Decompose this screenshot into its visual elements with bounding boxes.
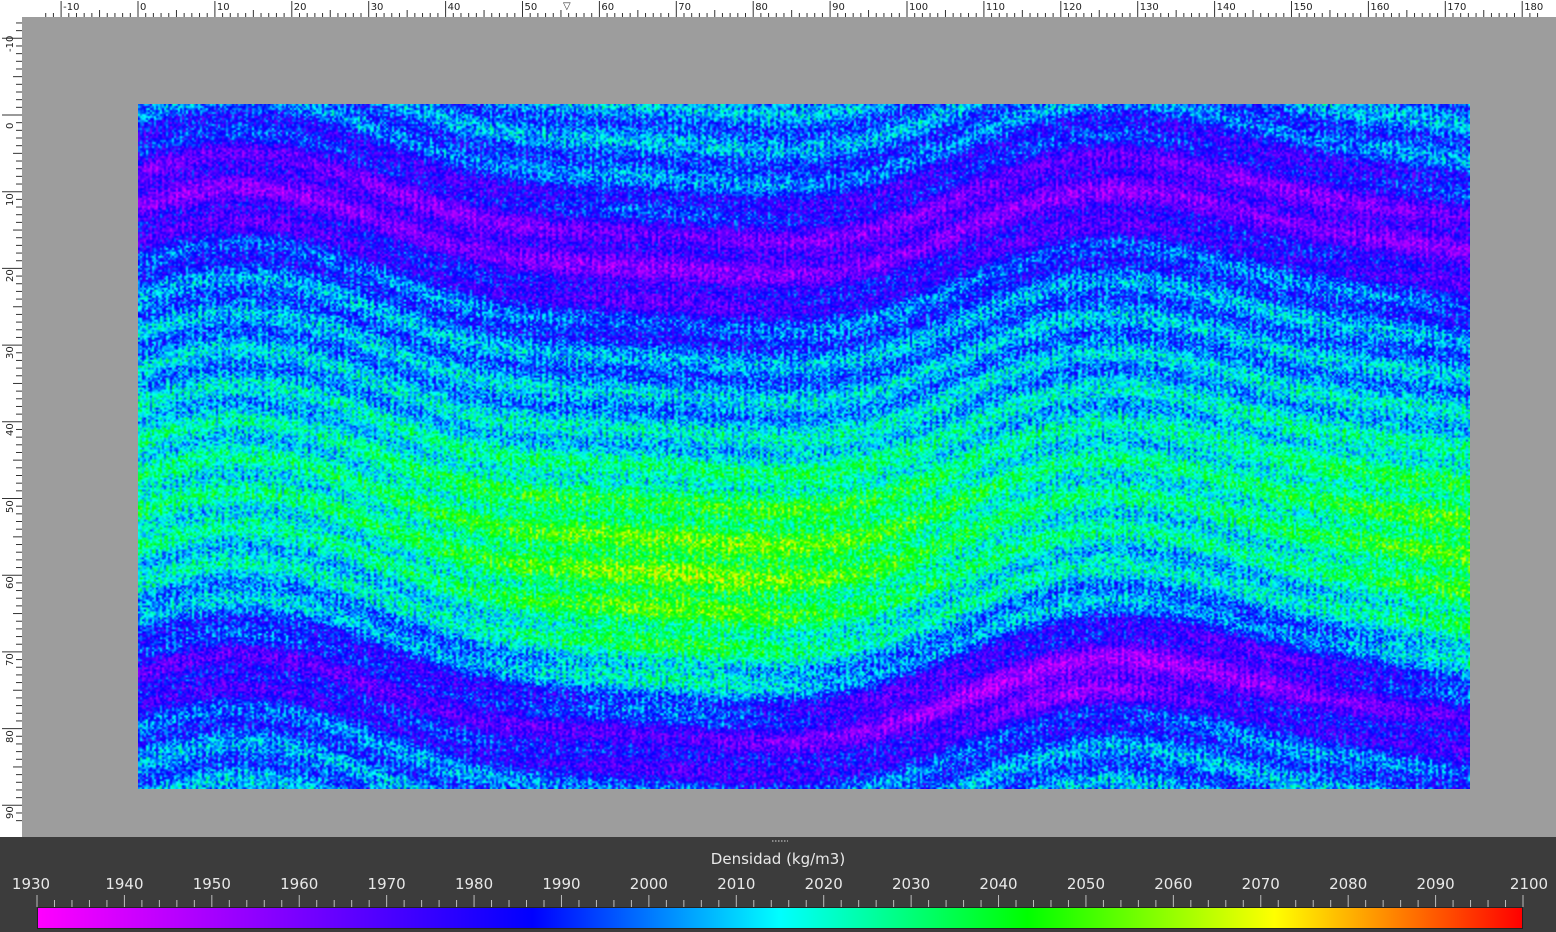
ruler-label: 130 xyxy=(1139,2,1159,13)
ruler-label: 90 xyxy=(832,2,845,13)
ruler-label: 0 xyxy=(140,2,147,13)
ruler-label: 180 xyxy=(1524,2,1544,13)
colorbar-tick-label: 2070 xyxy=(1241,875,1280,893)
ruler-label: 20 xyxy=(293,2,307,13)
colorbar-tick-label: 2020 xyxy=(804,875,843,893)
ruler-label: 140 xyxy=(1216,2,1236,13)
ruler-label: 60 xyxy=(5,576,16,590)
ruler-label: -10 xyxy=(5,35,16,53)
ruler-label: 80 xyxy=(755,2,768,13)
ruler-label: 80 xyxy=(5,729,16,743)
ruler-label: 110 xyxy=(985,2,1005,13)
colorbar-tick-label: 1930 xyxy=(11,875,51,893)
ruler-label: 40 xyxy=(447,2,461,13)
colorbar-tick-label: 2030 xyxy=(892,875,931,893)
ruler-label: 70 xyxy=(678,2,692,13)
ruler-label: 30 xyxy=(370,2,384,13)
ruler-label: 90 xyxy=(5,806,16,820)
colorbar-tick-label: 2090 xyxy=(1416,875,1455,893)
colorbar-tick-label: 1970 xyxy=(367,875,406,893)
colorbar-tick-label: 2040 xyxy=(979,875,1018,893)
colorbar-tick-label: 1950 xyxy=(192,875,231,893)
colorbar-tick-label: 1980 xyxy=(454,875,494,893)
ruler-label: 70 xyxy=(5,653,16,666)
ruler-label: 50 xyxy=(524,2,538,13)
ruler-label: 0 xyxy=(5,122,16,129)
ruler-label: 60 xyxy=(601,2,615,13)
ruler-label: 150 xyxy=(1293,2,1313,13)
ruler-label: 40 xyxy=(5,423,16,436)
horizontal-ruler-ticks xyxy=(45,1,1539,17)
vertical-ruler[interactable]: -10 0 10 20 30 40 50 60 70 80 90 xyxy=(0,17,22,837)
ruler-label: 160 xyxy=(1370,2,1390,13)
ruler-label: 100 xyxy=(909,2,929,13)
colorbar-tick-label: 1960 xyxy=(280,875,319,893)
ruler-label: -10 xyxy=(63,2,80,13)
ruler-label: 20 xyxy=(5,269,16,283)
colorbar-tick-labels: 1930 1940 1950 1960 1970 1980 1990 2000 2010 2020… xyxy=(0,875,1556,895)
ruler-label: 120 xyxy=(1062,2,1082,13)
image-viewport[interactable] xyxy=(22,17,1556,837)
colorbar-tick-label: 1940 xyxy=(105,875,144,893)
triangle-down-icon: ▽ xyxy=(563,1,571,12)
ruler-label: 50 xyxy=(5,499,16,513)
colorbar-tick-label: 2080 xyxy=(1329,875,1368,893)
colorbar-panel: Densidad (kg/m3) 1930 1940 1950 1960 1970 198… xyxy=(0,837,1556,932)
colorbar-gradient xyxy=(37,907,1523,929)
density-heatmap[interactable] xyxy=(138,104,1470,789)
colorbar-title: Densidad (kg/m3) xyxy=(710,850,846,868)
ruler-label: 10 xyxy=(5,192,16,206)
grip-handle-icon[interactable] xyxy=(772,840,788,842)
colorbar-ticks xyxy=(36,895,1524,907)
colorbar-tick-label: 2050 xyxy=(1066,875,1106,893)
horizontal-ruler[interactable]: -10 0 10 20 30 40 50 60 70 80 90 100 110 120 130 140 150… xyxy=(0,0,1556,17)
ruler-label: 10 xyxy=(216,2,230,13)
ruler-label: 30 xyxy=(5,346,16,360)
ruler-label: 170 xyxy=(1447,2,1467,13)
colorbar-tick-label: 2010 xyxy=(717,875,756,893)
colorbar-tick-label: 2100 xyxy=(1509,875,1549,893)
colorbar-tick-label: 2000 xyxy=(629,875,668,893)
ruler-corner xyxy=(0,0,22,17)
colorbar-tick-label: 2060 xyxy=(1154,875,1193,893)
colorbar-tick-label: 1990 xyxy=(542,875,581,893)
